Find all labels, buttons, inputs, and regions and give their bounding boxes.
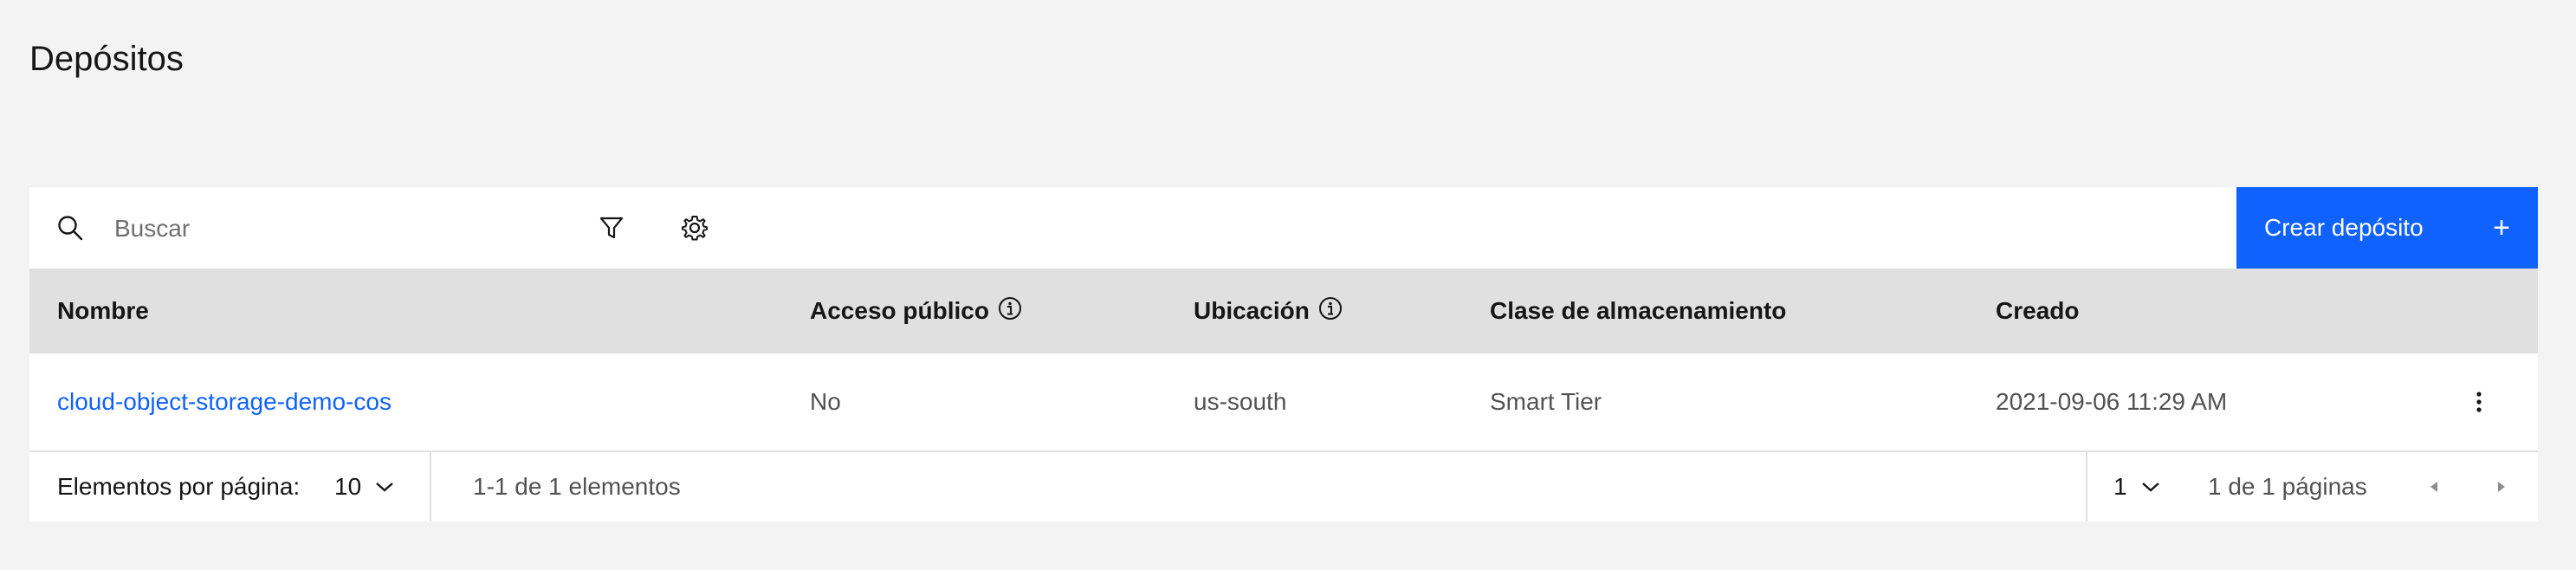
column-header-public-access: Acceso público <box>810 269 1022 353</box>
filter-icon <box>599 217 624 239</box>
buckets-table: Crear depósito + Nombre Acceso público U… <box>29 187 2538 521</box>
items-per-page-label: Elementos por página: <box>57 473 301 500</box>
pagination: Elementos por página: 10 1-1 de 1 elemen… <box>29 452 2538 521</box>
bucket-name-link[interactable]: cloud-object-storage-demo-cos <box>57 353 392 450</box>
previous-page-button[interactable] <box>2413 452 2455 521</box>
column-header-storage-class-label: Clase de almacenamiento <box>1490 297 1787 324</box>
cell-public-access: No <box>810 388 841 415</box>
chevron-down-icon <box>2141 483 2159 492</box>
plus-icon: + <box>2493 211 2510 244</box>
divider <box>430 452 431 521</box>
chevron-down-icon <box>376 483 393 492</box>
search-icon <box>55 213 85 243</box>
page-select[interactable]: 1 <box>2113 452 2160 521</box>
info-icon[interactable] <box>1318 296 1343 327</box>
pages-text: 1 de 1 páginas <box>2208 473 2367 500</box>
column-header-location: Ubicación <box>1194 269 1343 353</box>
column-header-public-access-label: Acceso público <box>810 297 989 324</box>
caret-left-icon <box>2430 482 2437 492</box>
info-icon[interactable] <box>998 296 1022 327</box>
search-input[interactable] <box>113 204 566 253</box>
column-header-location-label: Ubicación <box>1194 297 1310 324</box>
overflow-menu-icon <box>2476 392 2482 412</box>
cell-created: 2021-09-06 11:29 AM <box>1996 388 2228 415</box>
cell-location: us-south <box>1194 388 1287 415</box>
table-row: cloud-object-storage-demo-cos No us-sout… <box>29 353 2538 452</box>
column-header-name: Nombre <box>57 269 149 353</box>
column-header-created-label: Creado <box>1996 297 2080 324</box>
create-bucket-button[interactable]: Crear depósito + <box>2236 187 2538 269</box>
divider <box>2086 452 2087 521</box>
column-header-name-label: Nombre <box>57 297 149 324</box>
page-select-value: 1 <box>2113 473 2127 500</box>
column-header-storage-class: Clase de almacenamiento <box>1490 269 1786 353</box>
next-page-button[interactable] <box>2481 452 2522 521</box>
items-per-page-value: 10 <box>334 473 362 500</box>
create-bucket-label: Crear depósito <box>2264 214 2424 241</box>
table-toolbar: Crear depósito + <box>29 187 2538 269</box>
items-per-page-select[interactable]: 10 <box>334 452 394 521</box>
filter-button[interactable] <box>591 207 632 249</box>
caret-right-icon <box>2498 482 2505 492</box>
overflow-menu-button[interactable] <box>2462 385 2496 419</box>
cell-storage-class: Smart Tier <box>1490 388 1602 415</box>
items-range-text: 1-1 de 1 elementos <box>473 473 681 500</box>
page-title: Depósitos <box>29 40 184 78</box>
settings-button[interactable] <box>674 207 715 249</box>
column-header-created: Creado <box>1996 269 2079 353</box>
gear-icon <box>682 216 708 241</box>
table-header: Nombre Acceso público Ubicación Clase de… <box>29 269 2538 353</box>
